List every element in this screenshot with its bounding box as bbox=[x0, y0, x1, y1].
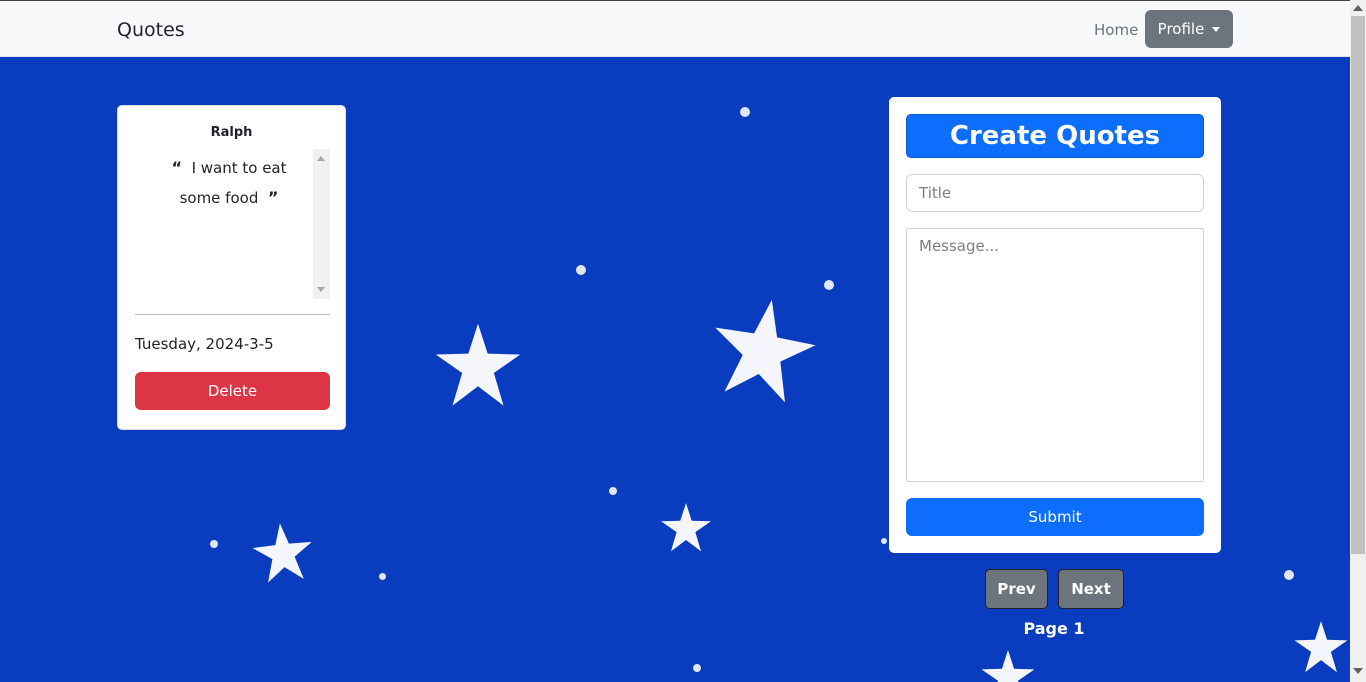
snow-dot bbox=[210, 540, 218, 548]
message-input[interactable] bbox=[906, 228, 1204, 482]
chevron-up-icon[interactable] bbox=[317, 156, 325, 161]
snow-dot bbox=[576, 265, 586, 275]
snow-dot bbox=[1284, 570, 1294, 580]
prev-page-button[interactable]: Prev bbox=[985, 569, 1048, 609]
next-page-button[interactable]: Next bbox=[1058, 569, 1124, 609]
create-quote-form: Create Quotes Submit bbox=[889, 97, 1221, 553]
star-decoration bbox=[715, 299, 816, 403]
page-indicator: Page 1 bbox=[1023, 619, 1085, 638]
profile-button-label: Profile bbox=[1157, 20, 1205, 38]
close-quote-icon: ” bbox=[267, 188, 279, 207]
snow-dot bbox=[881, 538, 887, 544]
star-decoration bbox=[435, 323, 521, 406]
snow-dot bbox=[693, 664, 701, 672]
quote-text-box[interactable]: “ I want to eat some food ” bbox=[135, 149, 330, 299]
star-decoration bbox=[661, 503, 711, 552]
page-scrollbar-thumb[interactable] bbox=[1351, 16, 1365, 554]
profile-dropdown-button[interactable]: Profile bbox=[1145, 10, 1233, 48]
brand-link[interactable]: Quotes bbox=[117, 19, 185, 41]
quote-card: Ralph “ I want to eat some food ” Tuesda… bbox=[117, 105, 346, 430]
snow-dot bbox=[609, 487, 617, 495]
scroll-down-icon[interactable] bbox=[1353, 668, 1363, 674]
quote-author: Ralph bbox=[210, 125, 253, 140]
submit-button[interactable]: Submit bbox=[906, 498, 1204, 536]
star-decoration bbox=[252, 523, 312, 583]
card-divider bbox=[135, 314, 330, 315]
top-navbar: Quotes Home Profile bbox=[0, 0, 1350, 57]
title-input[interactable] bbox=[906, 174, 1204, 212]
star-decoration bbox=[1294, 621, 1348, 673]
caret-down-icon bbox=[1212, 26, 1221, 32]
quote-scrollbar[interactable] bbox=[313, 149, 330, 299]
open-quote-icon: “ bbox=[171, 158, 183, 177]
scroll-up-icon[interactable] bbox=[1353, 5, 1363, 11]
chevron-down-icon[interactable] bbox=[317, 287, 325, 292]
snow-dot bbox=[379, 573, 386, 580]
snow-dot bbox=[824, 280, 834, 290]
snow-dot bbox=[740, 107, 750, 117]
form-title: Create Quotes bbox=[906, 114, 1204, 158]
quote-text: “ I want to eat some food ” bbox=[149, 153, 309, 213]
nav-home-link[interactable]: Home bbox=[1094, 21, 1138, 39]
delete-button[interactable]: Delete bbox=[135, 372, 330, 410]
quote-date: Tuesday, 2024-3-5 bbox=[135, 335, 274, 353]
star-decoration bbox=[981, 650, 1035, 682]
